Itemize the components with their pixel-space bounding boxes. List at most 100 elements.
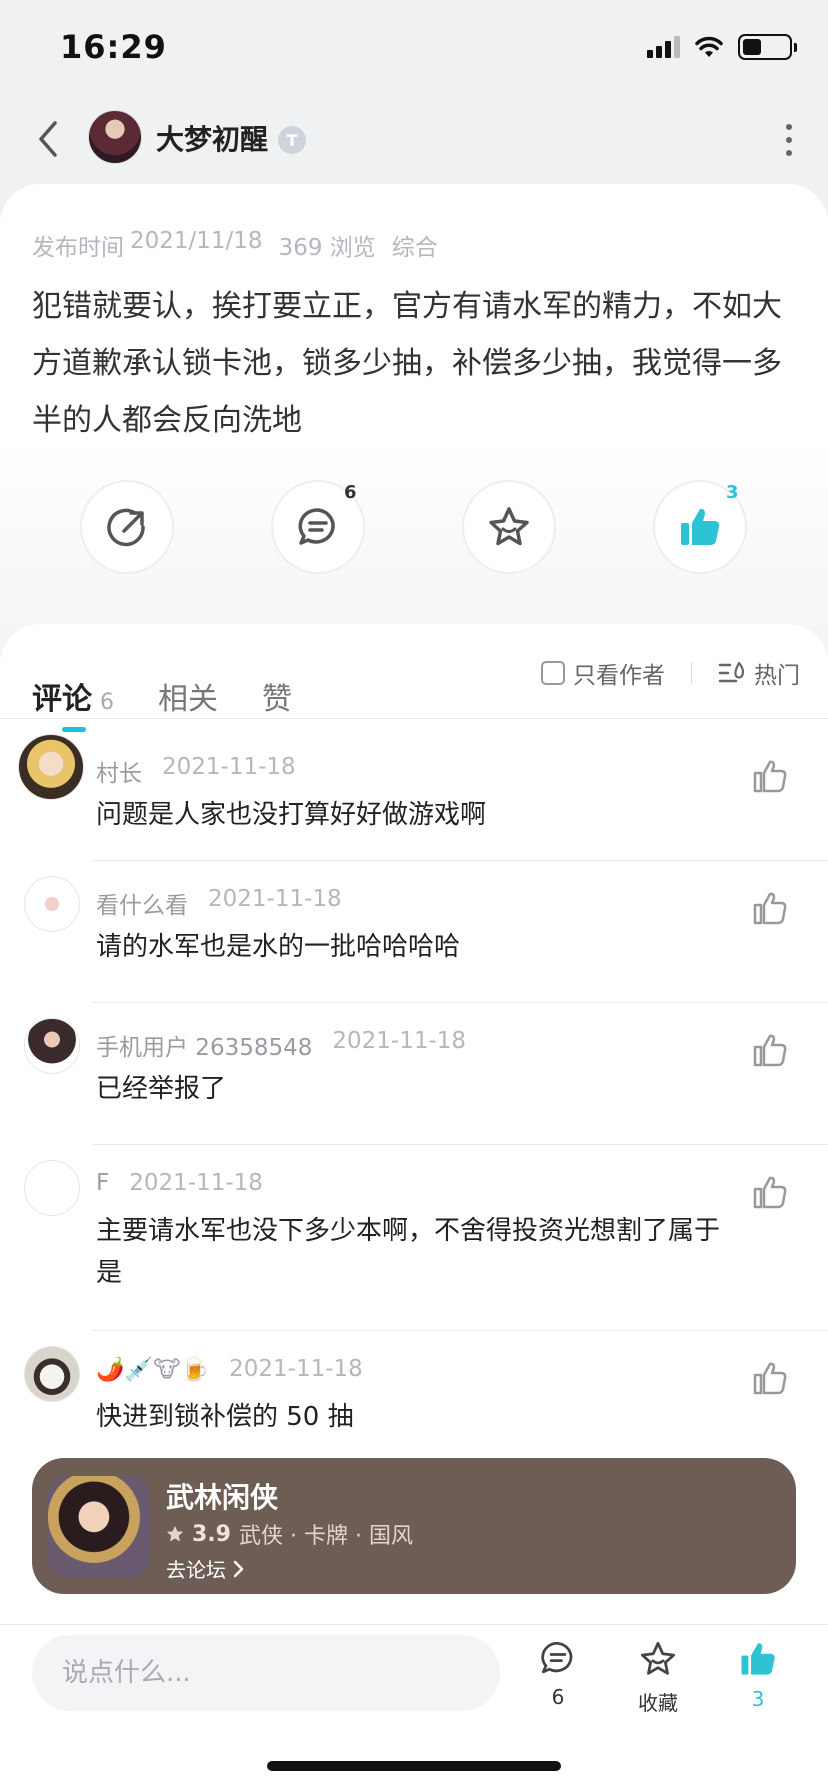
status-icons: [647, 34, 797, 60]
filter-divider: [691, 662, 692, 684]
commenter-name[interactable]: F: [96, 1170, 109, 1196]
thumbs-up-icon: [741, 1643, 775, 1675]
share-icon: [107, 508, 145, 547]
sort-hot-label: 热门: [754, 663, 800, 689]
like-count: 3: [726, 482, 739, 503]
go-to-forum-link[interactable]: 去论坛: [166, 1554, 244, 1583]
game-rating: 3.9: [192, 1521, 231, 1547]
comment-like-button[interactable]: [748, 1170, 792, 1214]
game-meta: 3.9 武侠 · 卡牌 · 国风: [166, 1518, 413, 1550]
bottom-comment-button[interactable]: 6: [518, 1639, 598, 1709]
bottom-comment-count: 6: [551, 1685, 565, 1709]
comment-tabs: 评论 6 相关 赞: [32, 658, 336, 732]
publish-date: 2021/11/18: [130, 228, 263, 254]
commenter-avatar[interactable]: [24, 1346, 80, 1402]
commenter-name[interactable]: 看什么看: [96, 886, 188, 920]
commenter-avatar[interactable]: [24, 1160, 80, 1216]
comment-like-button[interactable]: [748, 754, 792, 798]
star-icon: [640, 1641, 676, 1675]
comment-text: 主要请水军也没下多少本啊，不舍得投资光想割了属于是: [96, 1216, 721, 1288]
tab-comments[interactable]: 评论 6: [32, 674, 114, 732]
bottom-like-count: 3: [751, 1687, 765, 1711]
author-avatar[interactable]: [88, 110, 142, 164]
go-to-forum-label: 去论坛: [166, 1558, 226, 1582]
thumbs-up-outline-icon: [753, 892, 787, 925]
thumbs-up-outline-icon: [753, 760, 787, 793]
comment-count: 6: [344, 482, 357, 503]
game-name: 武林闲侠: [166, 1481, 279, 1514]
chevron-right-icon: [233, 1560, 244, 1577]
comment-header: 🌶️💉🐮🍺 2021-11-18: [96, 1356, 363, 1383]
comment-date: 2021-11-18: [332, 1028, 467, 1054]
comment-divider: [92, 1144, 828, 1145]
back-button[interactable]: [22, 114, 72, 164]
commenter-avatar[interactable]: [18, 734, 84, 800]
comment-divider: [92, 1002, 828, 1003]
commenter-avatar[interactable]: [24, 876, 80, 932]
home-indicator[interactable]: [267, 1761, 561, 1771]
author-only-checkbox[interactable]: [541, 661, 565, 685]
tabs-divider: [0, 718, 828, 719]
comment-bubble-icon: [541, 1641, 573, 1674]
tab-related[interactable]: 相关: [158, 674, 218, 718]
tab-likes[interactable]: 赞: [262, 674, 292, 718]
rating-star-icon: [166, 1525, 184, 1542]
comment-text: 已经举报了: [96, 1074, 227, 1104]
post-meta: 发布时间 2021/11/18 369 浏览 综合: [32, 228, 438, 262]
game-tags: 武侠 · 卡牌 · 国风: [238, 1524, 413, 1549]
comment-date: 2021-11-18: [129, 1170, 263, 1196]
favorite-button[interactable]: [462, 480, 556, 574]
commenter-name[interactable]: 手机用户 26358548: [96, 1028, 312, 1062]
bottom-favorite-button[interactable]: 收藏: [618, 1639, 698, 1716]
tab-comments-label: 评论: [32, 682, 92, 717]
more-options-button[interactable]: [774, 118, 804, 162]
thumbs-up-outline-icon: [753, 1176, 787, 1209]
comment-date: 2021-11-18: [208, 886, 342, 912]
thumbs-up-outline-icon: [753, 1362, 787, 1395]
comment-item: 村长 2021-11-18 问题是人家也没打算好好做游戏啊: [0, 734, 828, 844]
bottom-like-button[interactable]: 3: [718, 1639, 798, 1711]
publish-label: 发布时间: [32, 235, 124, 261]
tab-active-indicator: [62, 727, 86, 732]
comment-like-button[interactable]: [748, 886, 792, 930]
post-header: 大梦初醒 T: [0, 100, 828, 180]
author-name[interactable]: 大梦初醒: [156, 118, 268, 158]
game-icon: [48, 1476, 150, 1578]
comment-date: 2021-11-18: [229, 1356, 363, 1382]
author-only-label[interactable]: 只看作者: [573, 656, 665, 690]
comment-divider: [92, 1330, 828, 1331]
game-banner[interactable]: 武林闲侠 3.9 武侠 · 卡牌 · 国风 去论坛: [32, 1458, 796, 1594]
comment-like-button[interactable]: [748, 1028, 792, 1072]
comment-divider: [92, 860, 828, 861]
comment-text: 请的水军也是水的一批哈哈哈哈: [96, 932, 461, 962]
comment-item: 手机用户 26358548 2021-11-18 已经举报了: [0, 1018, 828, 1128]
comment-item: 🌶️💉🐮🍺 2021-11-18 快进到锁补偿的 50 抽: [0, 1346, 828, 1456]
comment-text: 快进到锁补偿的 50 抽: [96, 1402, 354, 1432]
post-action-row: 6 3: [0, 480, 828, 580]
thumbs-up-outline-icon: [753, 1034, 787, 1067]
comment-bubble-icon: [298, 508, 335, 545]
comment-header: 手机用户 26358548 2021-11-18: [96, 1028, 466, 1062]
post-category: 综合: [391, 235, 438, 261]
share-button[interactable]: [80, 480, 174, 574]
level-badge: T: [278, 126, 306, 154]
comment-input[interactable]: [32, 1635, 500, 1711]
view-count: 369 浏览: [278, 235, 376, 261]
commenter-name[interactable]: 村长: [96, 754, 142, 788]
comment-like-button[interactable]: [748, 1356, 792, 1400]
cellular-signal-icon: [647, 36, 680, 58]
comment-header: 看什么看 2021-11-18: [96, 886, 342, 920]
wifi-icon: [695, 36, 723, 57]
commenter-name[interactable]: 🌶️💉🐮🍺: [96, 1356, 209, 1383]
comment-text: 问题是人家也没打算好好做游戏啊: [96, 800, 487, 830]
sort-hot-button[interactable]: 热门: [718, 656, 800, 690]
comment-header: 村长 2021-11-18: [96, 754, 296, 788]
chevron-left-icon: [39, 121, 57, 157]
commenter-avatar[interactable]: [24, 1018, 80, 1074]
thumbs-up-icon: [681, 508, 720, 545]
status-time: 16:29: [60, 28, 167, 66]
comment-header: F 2021-11-18: [96, 1170, 263, 1196]
status-bar: 16:29: [0, 0, 828, 100]
star-icon: [489, 507, 529, 546]
bottom-favorite-label: 收藏: [638, 1691, 678, 1715]
